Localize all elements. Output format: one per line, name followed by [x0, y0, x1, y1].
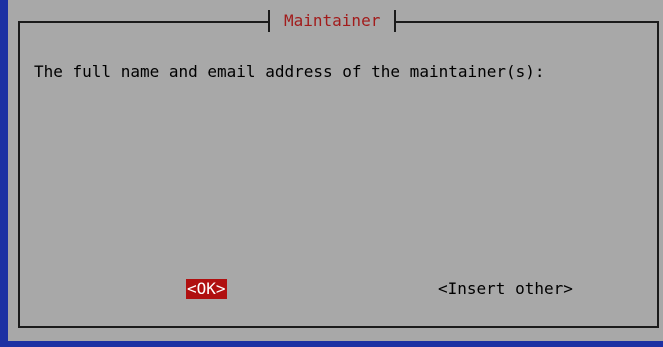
- insert-other-button[interactable]: <Insert other>: [438, 279, 573, 299]
- maintainer-dialog: Maintainer The full name and email addre…: [8, 0, 663, 341]
- title-right-tick: [394, 10, 397, 32]
- dialog-title: Maintainer: [284, 11, 381, 30]
- ok-button[interactable]: <OK>: [186, 279, 227, 299]
- dialog-prompt: The full name and email address of the m…: [34, 62, 545, 81]
- dialog-title-bar: Maintainer: [268, 10, 397, 32]
- terminal-screen: Maintainer The full name and email addre…: [0, 0, 663, 347]
